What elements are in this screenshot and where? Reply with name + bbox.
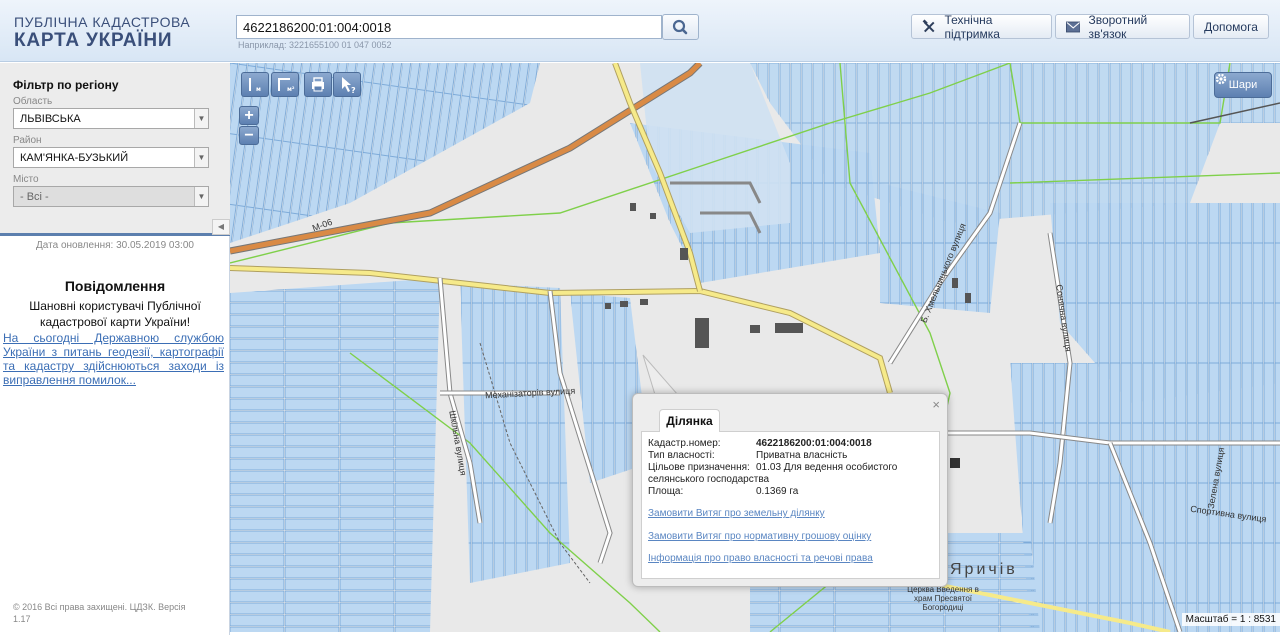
region-filter: Фільтр по регіону Область ЛЬВІВСЬКА ▼ Ра… (0, 63, 230, 236)
ownership-label: Тип власності: (648, 450, 715, 461)
collapse-panel-button[interactable]: ◀ (212, 219, 230, 235)
help-button[interactable]: Допомога (1193, 14, 1269, 39)
print-button[interactable] (304, 72, 332, 97)
city-label: Місто (13, 174, 39, 185)
parcel-info-popup: × Кадастр.номер: 4622186200:01:004:0018 … (632, 393, 948, 587)
svg-text:?: ? (351, 86, 356, 95)
measure-area-tool[interactable]: м² (271, 72, 299, 97)
region-label: Область (13, 96, 53, 107)
message-greeting: Шановні користувачі Публічної кадастрово… (29, 299, 201, 329)
chevron-down-icon: ▼ (194, 109, 208, 128)
area-ruler-icon: м² (278, 78, 295, 93)
order-valuation-extract-link[interactable]: Замовити Витяг про нормативну грошову оц… (648, 531, 871, 542)
ownership-rights-info-link[interactable]: Інформація про право власності та речові… (648, 553, 873, 564)
village-label: Яричів (950, 561, 1018, 578)
cadastral-number-value: 4622186200:01:004:0018 (756, 438, 872, 449)
gear-icon (1215, 73, 1227, 85)
feedback-button[interactable]: Зворотний зв'язок (1055, 12, 1190, 41)
search-icon (672, 19, 688, 35)
church-label: Церква Введення в храм Пресвятої Богород… (907, 585, 979, 612)
feedback-label: Зворотний зв'язок (1088, 12, 1148, 41)
cursor-question-icon: ? (342, 77, 356, 95)
layers-label: Шари (1228, 79, 1258, 91)
logo-line-1: ПУБЛІЧНА КАДАСТРОВА (14, 14, 191, 30)
area-value: 0.1369 га (756, 486, 799, 497)
ownership-value: Приватна власність (756, 450, 848, 461)
printer-icon (312, 77, 324, 92)
map-scale: Масштаб = 1 : 8531 (1181, 613, 1280, 626)
zoom-out-button[interactable]: − (239, 126, 259, 145)
envelope-icon (1066, 21, 1081, 32)
region-select[interactable]: ЛЬВІВСЬКА ▼ (13, 108, 209, 129)
close-icon[interactable]: × (932, 397, 940, 412)
region-select-value: ЛЬВІВСЬКА (20, 113, 81, 125)
tab-parcel[interactable]: Ділянка (659, 409, 720, 432)
chevron-down-icon: ▼ (194, 148, 208, 167)
message-link[interactable]: На сьогодні Державною службою України з … (3, 331, 224, 387)
district-select-value: КАМ'ЯНКА-БУЗЬКИЙ (20, 152, 129, 164)
header: ПУБЛІЧНА КАДАСТРОВА КАРТА УКРАЇНИ Наприк… (0, 0, 1280, 62)
message-title: Повідомлення (64, 278, 166, 294)
district-select[interactable]: КАМ'ЯНКА-БУЗЬКИЙ ▼ (13, 147, 209, 168)
filter-title: Фільтр по регіону (13, 78, 119, 92)
logo-line-2: КАРТА УКРАЇНИ (14, 30, 173, 51)
measure-length-tool[interactable]: м (241, 72, 269, 97)
tools-icon (922, 18, 935, 32)
layers-button[interactable]: Шари (1214, 72, 1272, 98)
tech-support-button[interactable]: Технічна підтримка (911, 12, 1052, 41)
city-select[interactable]: - Всі - ▼ (13, 186, 209, 207)
purpose-value: 01.03 Для ведення особистого селянського… (648, 462, 898, 485)
tech-support-label: Технічна підтримка (944, 12, 1000, 41)
update-date: Дата оновлення: 30.05.2019 03:00 (36, 240, 194, 251)
district-label: Район (13, 135, 42, 146)
search-example-hint: Наприклад: 3221655100 01 047 0052 (238, 40, 392, 50)
popup-content: Кадастр.номер: 4622186200:01:004:0018 Ти… (641, 431, 940, 579)
copyright: © 2016 Всі права захищені. ЦДЗК. Версія … (13, 602, 186, 624)
zoom-in-button[interactable]: + (239, 106, 259, 125)
cadastral-number-label: Кадастр.номер: (648, 438, 721, 449)
svg-text:м: м (256, 86, 261, 93)
site-logo[interactable]: ПУБЛІЧНА КАДАСТРОВА КАРТА УКРАЇНИ (14, 14, 190, 51)
search-button[interactable] (662, 14, 699, 40)
left-panel: Фільтр по регіону Область ЛЬВІВСЬКА ▼ Ра… (0, 63, 230, 635)
chevron-down-icon: ▼ (194, 187, 208, 206)
help-label: Допомога (1204, 19, 1258, 34)
svg-text:м²: м² (287, 86, 295, 93)
ruler-icon: м (249, 78, 261, 93)
order-land-extract-link[interactable]: Замовити Витяг про земельну ділянку (648, 508, 825, 519)
cadastral-search-input[interactable] (236, 15, 662, 39)
area-label: Площа: (648, 486, 684, 497)
city-select-value: - Всі - (20, 191, 49, 203)
identify-tool[interactable]: ? (333, 72, 361, 97)
cadastral-map[interactable]: М-06 Механізаторів вулиця Б. Хмельницько… (230, 63, 1280, 632)
